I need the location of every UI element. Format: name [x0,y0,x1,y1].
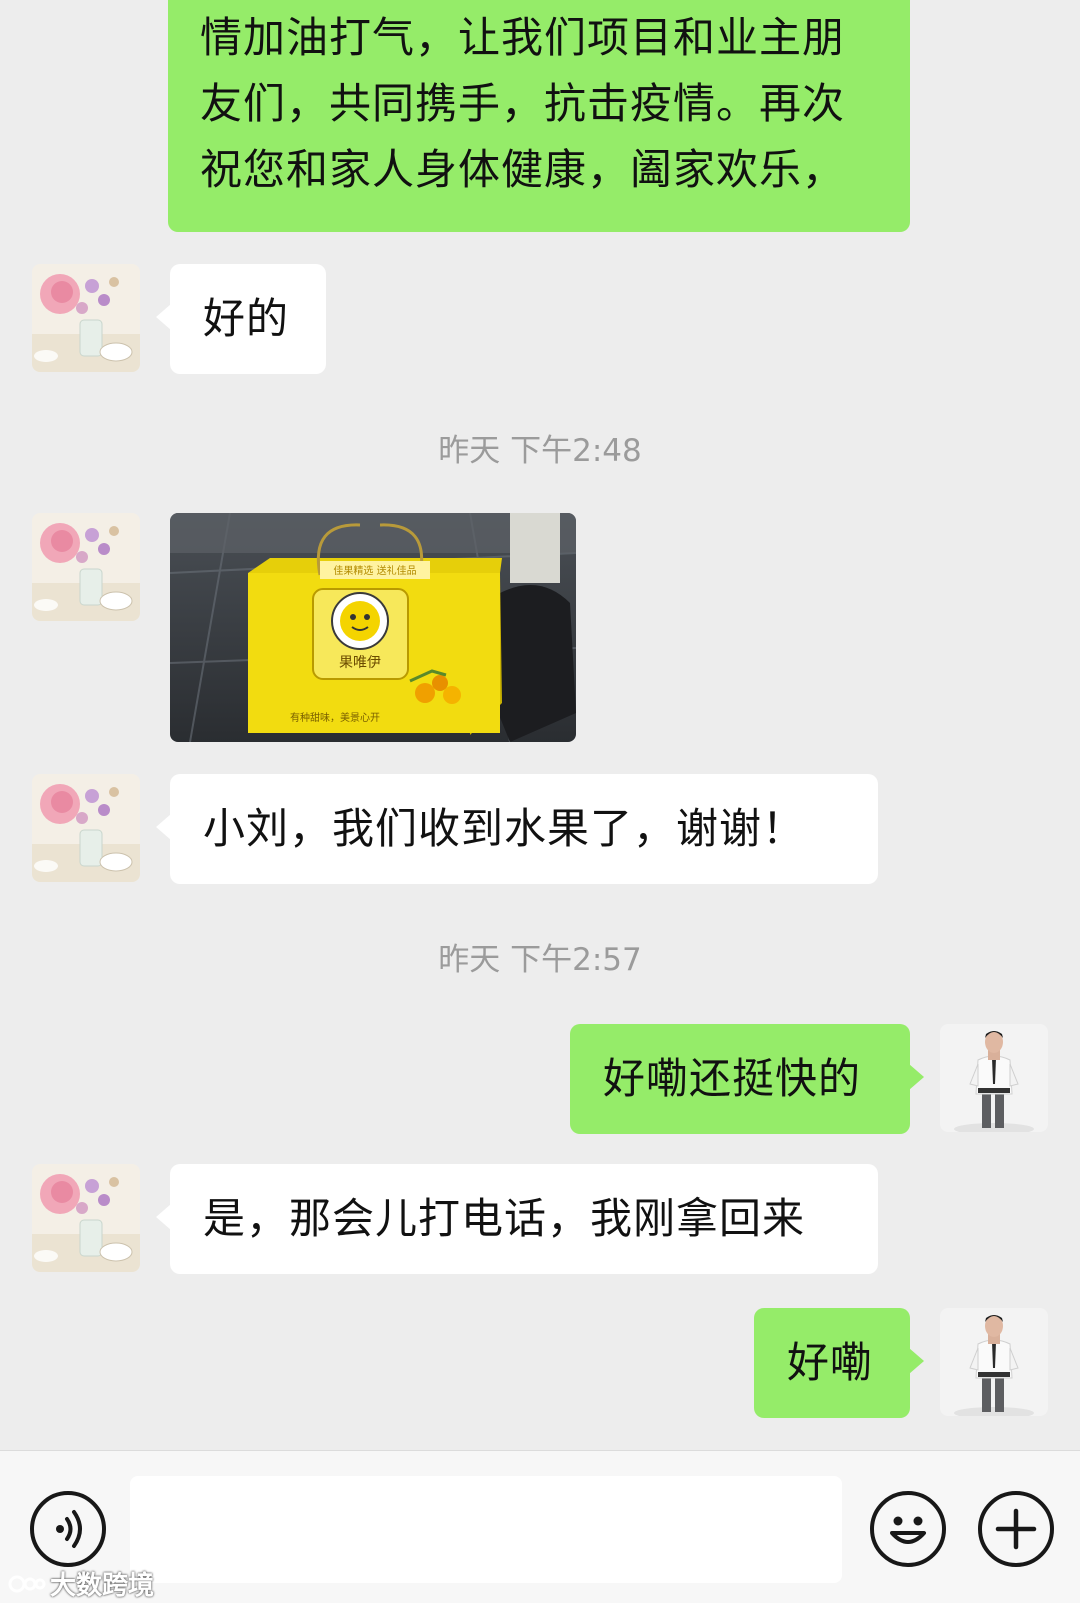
message-text-line: 友们，共同携手，抗击疫情。再次 [200,79,846,128]
message-bubble-incoming[interactable]: 是，那会儿打电话，我刚拿回来 [156,1164,878,1274]
contact-avatar[interactable] [32,264,140,372]
message-text: 好的 [203,294,290,343]
message-text: 小刘，我们收到水果了，谢谢！ [203,804,806,853]
self-avatar[interactable] [940,1308,1048,1416]
timestamp: 昨天 下午2:57 [438,942,642,978]
message-text-line: 祝您和家人身体健康，阖家欢乐， [200,145,846,194]
timestamp: 昨天 下午2:48 [438,433,642,469]
watermark-logo-icon [8,1575,46,1593]
photo-box-brand-text: 果唯伊 [339,655,381,671]
voice-icon [56,1510,82,1548]
message-text: 好嘞 [787,1338,874,1387]
message-text: 好嘞还挺快的 [603,1054,862,1103]
input-bar [0,1450,1080,1603]
contact-avatar[interactable] [32,774,140,882]
watermark-text: 大数跨境 [50,1571,155,1601]
contact-avatar[interactable] [32,513,140,621]
message-input[interactable] [130,1476,842,1583]
contact-avatar[interactable] [32,1164,140,1272]
message-bubble-outgoing[interactable]: 好嘞还挺快的 [570,1024,924,1134]
photo-box-top-text: 佳果精选 送礼佳品 [333,564,416,577]
message-text: 是，那会儿打电话，我刚拿回来 [203,1194,806,1243]
watermark: 大数跨境 [8,1565,154,1602]
more-button[interactable] [978,1491,1054,1567]
emoji-icon [890,1516,926,1544]
message-image[interactable]: 佳果精选 送礼佳品 果唯伊 有种甜味，美景心开 [170,513,576,742]
message-bubble-outgoing[interactable]: 好嘞 [754,1308,924,1418]
plus-icon [995,1508,1037,1550]
message-bubble-incoming[interactable]: 小刘，我们收到水果了，谢谢！ [156,774,878,884]
emoji-button[interactable] [870,1491,946,1567]
message-bubble-outgoing[interactable]: 情加油打气，让我们项目和业主朋 友们，共同携手，抗击疫情。再次 祝您和家人身体健… [168,0,910,232]
self-avatar[interactable] [940,1024,1048,1132]
chat-area[interactable]: 情加油打气，让我们项目和业主朋 友们，共同携手，抗击疫情。再次 祝您和家人身体健… [0,0,1080,1450]
message-bubble-incoming[interactable]: 好的 [156,264,326,374]
message-text-line: 情加油打气，让我们项目和业主朋 [200,13,846,62]
photo-box-bottom-text: 有种甜味，美景心开 [290,711,380,724]
voice-button[interactable] [30,1491,106,1567]
